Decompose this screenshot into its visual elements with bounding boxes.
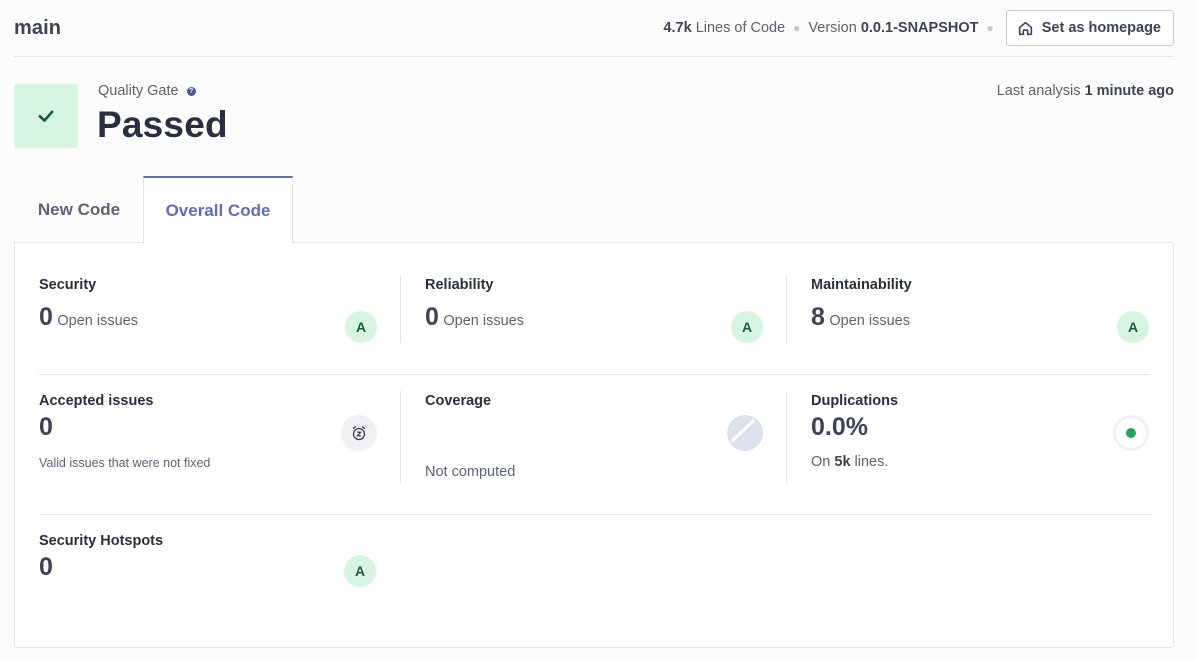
duplications-indicator-icon bbox=[1113, 415, 1149, 451]
row-divider bbox=[39, 514, 1151, 515]
security-title: Security bbox=[39, 277, 97, 293]
maintainability-value[interactable]: 8 bbox=[811, 303, 825, 331]
help-icon[interactable]: ? bbox=[186, 86, 196, 96]
maintainability-card[interactable]: Maintainability 8 Open issues bbox=[811, 277, 912, 332]
quality-gate-status-icon bbox=[14, 84, 78, 148]
coverage-description: Not computed bbox=[425, 464, 516, 480]
security-value[interactable]: 0 bbox=[39, 303, 53, 331]
version-value: 0.0.1-SNAPSHOT bbox=[860, 20, 979, 36]
duplications-dot bbox=[1126, 428, 1136, 438]
coverage-title: Coverage bbox=[425, 393, 492, 409]
tab-overall-code[interactable]: Overall Code bbox=[143, 176, 293, 244]
reliability-card[interactable]: Reliability 0 Open issues bbox=[425, 277, 524, 332]
branch-name: main bbox=[14, 16, 62, 39]
last-analysis: Last analysis 1 minute ago bbox=[997, 83, 1174, 99]
quality-gate-label-text: Quality Gate bbox=[98, 83, 179, 99]
divider bbox=[400, 391, 401, 483]
duplications-title: Duplications bbox=[811, 393, 899, 409]
reliability-rating-badge[interactable]: A bbox=[731, 311, 763, 343]
accepted-issues-title: Accepted issues bbox=[39, 393, 154, 409]
security-card[interactable]: Security 0 Open issues bbox=[39, 277, 138, 332]
reliability-unit: Open issues bbox=[443, 313, 524, 329]
divider bbox=[786, 275, 787, 343]
loc-value: 4.7k bbox=[663, 20, 692, 36]
metrics-panel: Security 0 Open issues A Reliability 0 O… bbox=[14, 242, 1174, 648]
quality-gate-status: Passed bbox=[97, 104, 228, 145]
top-bar: main 4.7k Lines of Code ● Version 0.0.1-… bbox=[14, 0, 1174, 57]
duplications-lines-value: 5k bbox=[834, 454, 851, 470]
maintainability-rating-badge[interactable]: A bbox=[1117, 311, 1149, 343]
duplications-value[interactable]: 0.0% bbox=[811, 413, 898, 442]
check-icon bbox=[38, 110, 54, 123]
loc-label: Lines of Code bbox=[695, 20, 786, 36]
separator-dot: ● bbox=[793, 21, 801, 35]
duplications-suffix: lines. bbox=[854, 454, 889, 470]
security-unit: Open issues bbox=[57, 313, 138, 329]
security-hotspots-value[interactable]: 0 bbox=[39, 553, 163, 582]
coverage-card[interactable]: Coverage Not computed bbox=[425, 393, 515, 480]
set-homepage-button[interactable]: Set as homepage bbox=[1005, 10, 1174, 46]
version-label: Version bbox=[808, 20, 857, 36]
home-icon bbox=[1018, 21, 1032, 35]
reliability-value[interactable]: 0 bbox=[425, 303, 439, 331]
set-homepage-label: Set as homepage bbox=[1041, 20, 1161, 36]
accepted-issues-description: Valid issues that were not fixed bbox=[39, 456, 211, 470]
separator-dot: ● bbox=[986, 21, 994, 35]
row-divider bbox=[39, 374, 1150, 375]
security-rating-badge[interactable]: A bbox=[345, 311, 377, 343]
tab-new-code[interactable]: New Code bbox=[14, 176, 144, 243]
accepted-issues-card[interactable]: Accepted issues 0 Valid issues that were… bbox=[39, 393, 210, 470]
maintainability-title: Maintainability bbox=[811, 277, 912, 293]
last-analysis-value: 1 minute ago bbox=[1084, 83, 1174, 99]
duplications-lines: On 5k lines. bbox=[811, 454, 898, 470]
snooze-clock-icon bbox=[341, 415, 377, 451]
coverage-empty-icon bbox=[727, 415, 763, 451]
security-hotspots-title: Security Hotspots bbox=[39, 533, 164, 549]
maintainability-unit: Open issues bbox=[829, 313, 910, 329]
last-analysis-label: Last analysis bbox=[996, 83, 1081, 99]
divider bbox=[400, 275, 401, 343]
duplications-card[interactable]: Duplications 0.0% On 5k lines. bbox=[811, 393, 898, 470]
security-hotspots-card[interactable]: Security Hotspots 0 bbox=[39, 533, 163, 582]
accepted-issues-value[interactable]: 0 bbox=[39, 413, 210, 442]
project-meta: 4.7k Lines of Code ● Version 0.0.1-SNAPS… bbox=[663, 10, 1174, 46]
reliability-title: Reliability bbox=[425, 277, 494, 293]
duplications-prefix: On bbox=[811, 454, 831, 470]
divider bbox=[786, 391, 787, 483]
security-hotspots-rating-badge[interactable]: A bbox=[344, 555, 376, 587]
quality-gate-label: Quality Gate ? bbox=[98, 83, 196, 99]
